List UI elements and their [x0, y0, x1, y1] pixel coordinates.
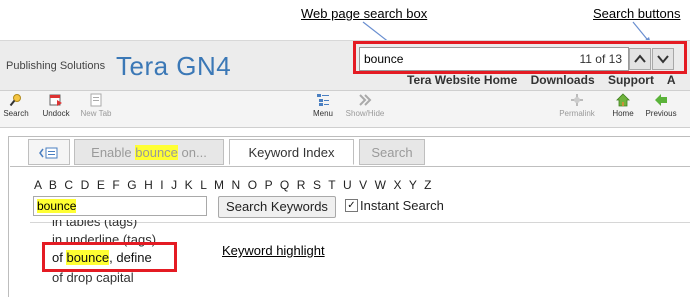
chevron-up-icon — [634, 54, 646, 63]
toolbar-label: Previous — [645, 109, 677, 118]
tab-label-suffix: on... — [177, 145, 207, 160]
keyword-list-item-active[interactable]: of bounce, define — [52, 250, 152, 265]
toolbar-home-button[interactable]: Home — [608, 93, 638, 118]
keyword-list-item[interactable]: in tables (tags) — [52, 220, 137, 229]
web-page-search-box[interactable]: 11 of 13 — [359, 47, 629, 71]
tab-enable-bounce[interactable]: Enable bounce on... — [74, 139, 224, 165]
tab-label-highlight: bounce — [135, 145, 178, 160]
search-input[interactable] — [364, 51, 554, 67]
tab-keyword-index[interactable]: Keyword Index — [229, 139, 354, 165]
link-support[interactable]: Support — [608, 73, 654, 87]
brand-logo-text: Tera GN4 — [116, 51, 232, 81]
tab-divider — [10, 166, 690, 167]
toolbar-undock-button[interactable]: Undock — [40, 93, 72, 118]
toolbar-permalink-button[interactable]: Permalink — [558, 93, 596, 118]
toolbar-label: Home — [612, 109, 634, 118]
tab-label-prefix: Enable — [91, 145, 136, 160]
undock-icon — [49, 94, 62, 106]
home-icon — [616, 93, 630, 107]
toolbar-show-hide-button[interactable]: Show/Hide — [343, 93, 387, 118]
chevron-down-icon — [657, 55, 669, 64]
toolbar-label: Permalink — [559, 109, 595, 118]
search-icon — [9, 94, 21, 107]
new-tab-icon — [90, 93, 102, 107]
toolbar-label: Undock — [42, 109, 70, 118]
toolbar-label: Search — [3, 109, 29, 118]
link-downloads[interactable]: Downloads — [531, 73, 595, 87]
callout-keyword-highlight: Keyword highlight — [222, 243, 325, 258]
menu-icon — [317, 94, 329, 106]
keyword-list-item[interactable]: of drop capital — [52, 270, 134, 285]
keyword-input[interactable]: bounce — [33, 196, 207, 216]
toolbar-previous-button[interactable]: Previous — [643, 93, 679, 118]
toolbar-label: Menu — [312, 109, 333, 118]
previous-icon — [655, 94, 667, 106]
keyword-prefix: of — [52, 250, 67, 265]
keyword-input-value: bounce — [37, 199, 77, 213]
tab-search[interactable]: Search — [359, 139, 425, 165]
instant-search-checkbox[interactable]: ✓ — [345, 199, 358, 212]
permalink-icon — [571, 94, 583, 106]
keyword-highlight: bounce — [66, 250, 110, 265]
toolbar-menu-button[interactable]: Menu — [310, 93, 336, 118]
search-result-count: 11 of 13 — [579, 52, 622, 66]
search-keywords-button[interactable]: Search Keywords — [218, 196, 336, 218]
link-more[interactable]: A — [667, 73, 676, 87]
toolbar-label: Show/Hide — [345, 109, 385, 118]
keyword-suffix: , define — [109, 250, 152, 265]
link-tera-website-home[interactable]: Tera Website Home — [407, 73, 517, 87]
toolbar-new-tab-button[interactable]: New Tab — [78, 93, 114, 118]
search-next-button[interactable] — [652, 48, 674, 70]
header-links: Tera Website Home Downloads Support A — [407, 73, 686, 87]
tab-list-icon — [39, 147, 58, 159]
toolbar-label: New Tab — [80, 109, 112, 118]
brand-subtitle: Publishing Solutions — [6, 60, 106, 72]
toolbar-search-button[interactable]: Search — [3, 93, 29, 118]
alphabet-index[interactable]: A B C D E F G H I J K L M N O P Q R S T … — [34, 178, 433, 192]
instant-search-label: Instant Search — [360, 198, 444, 213]
show-hide-icon — [359, 94, 372, 106]
tab-list-toggle[interactable] — [28, 139, 70, 165]
search-previous-button[interactable] — [629, 48, 651, 70]
